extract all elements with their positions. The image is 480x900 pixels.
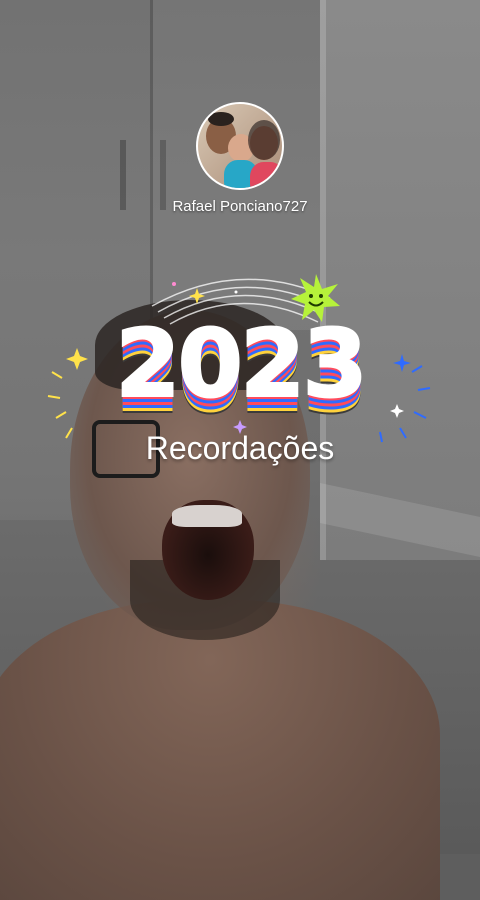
avatar-woman-hair xyxy=(248,120,280,160)
sparkle-icon xyxy=(393,354,411,372)
avatar[interactable] xyxy=(196,102,284,190)
person-torso xyxy=(0,600,440,900)
sticker-subtitle: Recordações xyxy=(145,430,335,466)
year-recap-sticker: 2023 Recordações xyxy=(40,262,440,482)
year-title: 2023 xyxy=(114,309,369,420)
dot xyxy=(234,290,238,294)
burst-lines xyxy=(47,371,73,439)
avatar-woman-shirt xyxy=(250,162,282,188)
username[interactable]: Rafael Ponciano727 xyxy=(0,198,480,215)
story-profile[interactable]: Rafael Ponciano727 xyxy=(0,102,480,215)
dot xyxy=(172,282,176,286)
person-teeth xyxy=(172,505,242,527)
avatar-hair xyxy=(208,112,234,126)
